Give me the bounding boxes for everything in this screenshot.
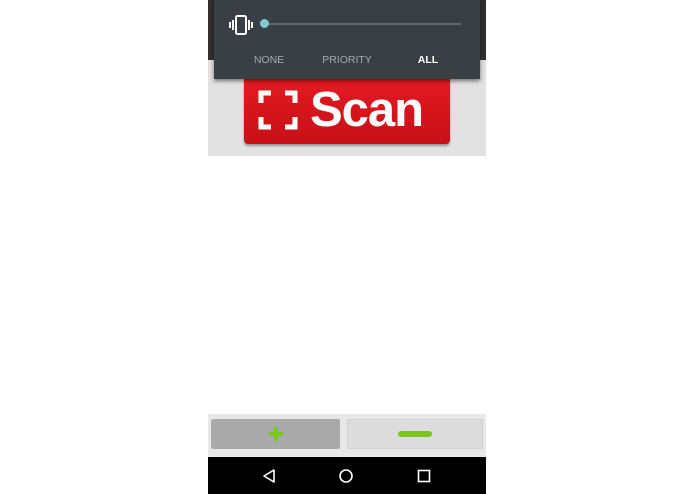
scan-label: Scan bbox=[310, 83, 424, 137]
bottom-action-bar bbox=[208, 414, 486, 457]
plus-icon bbox=[269, 427, 283, 441]
add-button[interactable] bbox=[211, 419, 340, 449]
back-icon[interactable] bbox=[261, 468, 277, 484]
navigation-bar bbox=[208, 457, 486, 494]
phone-screen: Scan NONE PRIORITY ALL bbox=[208, 0, 486, 494]
vibrate-icon[interactable] bbox=[228, 14, 254, 36]
volume-slider-thumb[interactable] bbox=[259, 19, 269, 28]
home-icon[interactable] bbox=[338, 468, 354, 484]
scan-button[interactable]: Scan bbox=[244, 76, 450, 144]
minus-icon bbox=[398, 431, 432, 437]
remove-button[interactable] bbox=[347, 419, 483, 449]
scan-frame-icon bbox=[258, 90, 298, 130]
recents-icon[interactable] bbox=[416, 468, 432, 484]
mode-all-tab[interactable]: ALL bbox=[410, 52, 446, 68]
volume-slider-track[interactable] bbox=[264, 23, 461, 25]
mode-none-tab[interactable]: NONE bbox=[244, 52, 294, 68]
volume-panel: NONE PRIORITY ALL bbox=[214, 0, 480, 79]
mode-priority-tab[interactable]: PRIORITY bbox=[314, 52, 380, 68]
